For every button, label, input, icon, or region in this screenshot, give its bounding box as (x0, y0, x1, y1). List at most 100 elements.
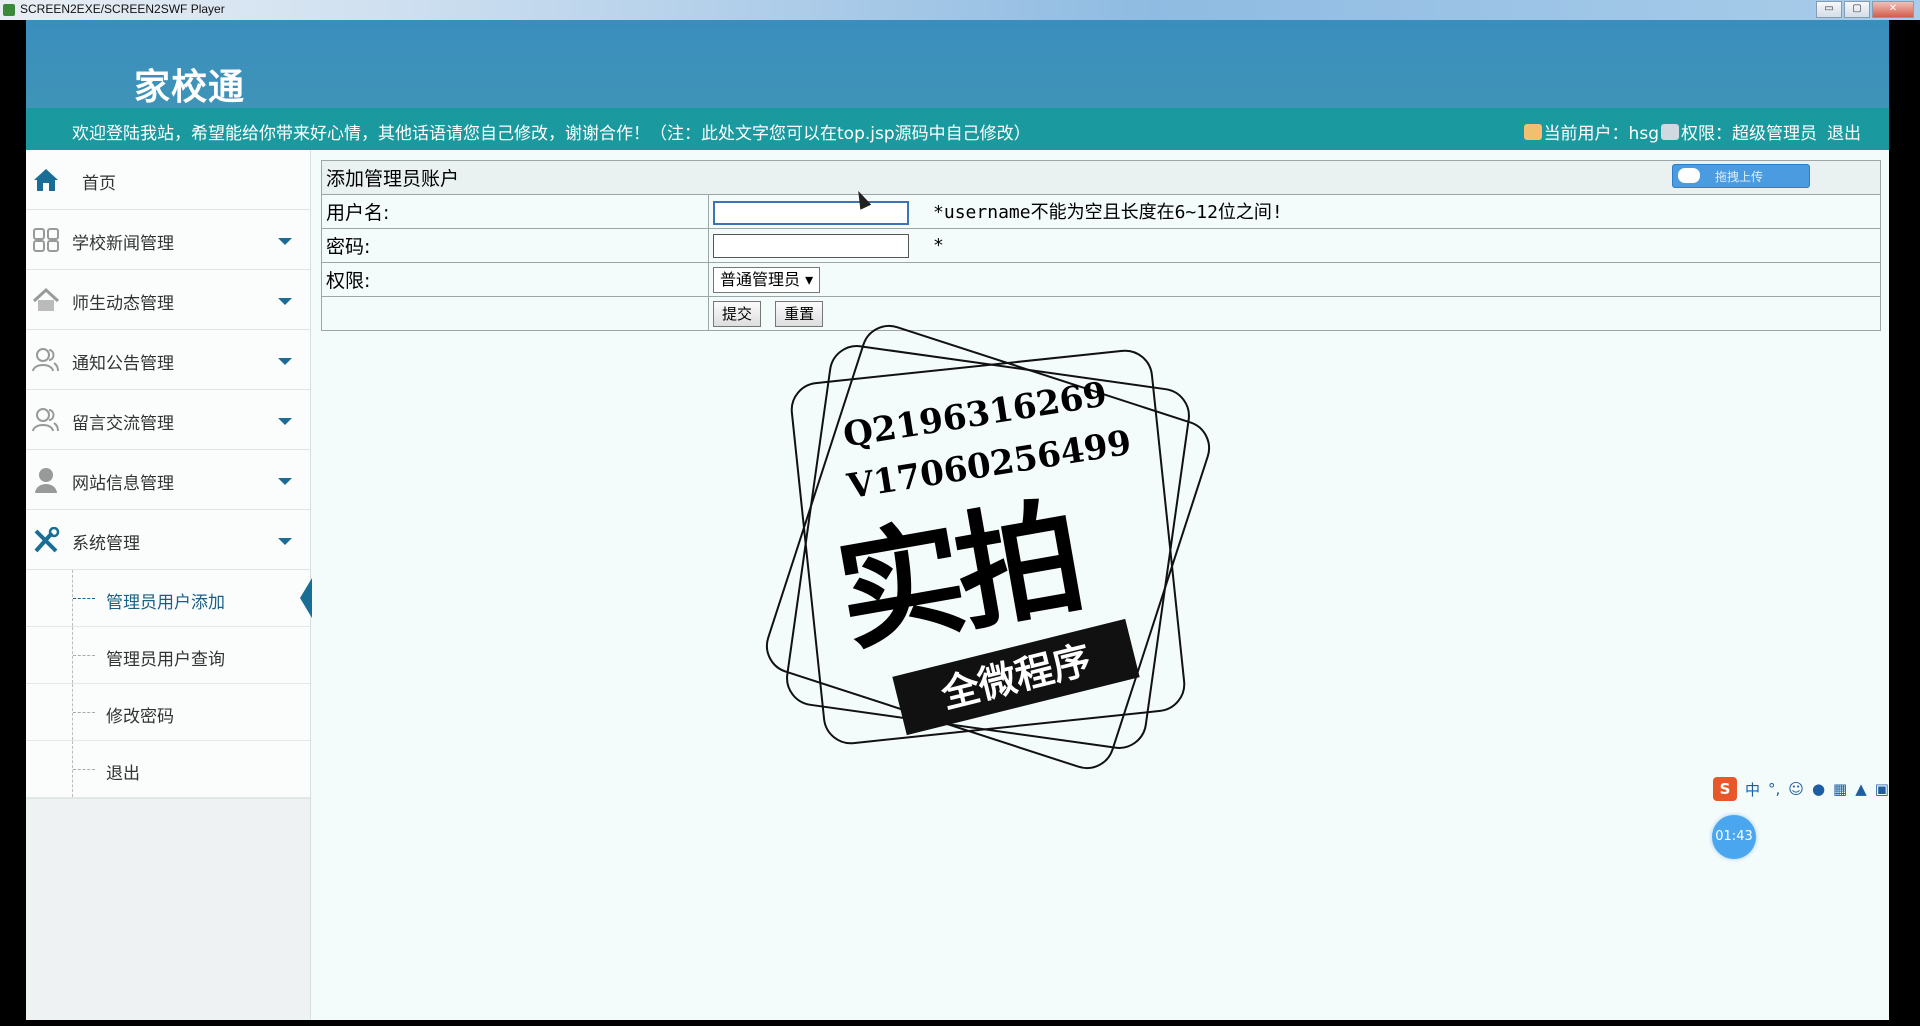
sidebar-item-system[interactable]: 系统管理 (26, 510, 310, 570)
sidebar-item-teacher-student[interactable]: 师生动态管理 (26, 270, 310, 330)
permission-text: 权限：超级管理员 (1681, 124, 1817, 144)
sidebar-item-notices[interactable]: 通知公告管理 (26, 330, 310, 390)
chevron-down-icon (278, 478, 292, 485)
sidebar-item-label: 首页 (82, 174, 116, 194)
watermark-line1: Q2196316269 (840, 374, 1110, 456)
watermark-band: 全微程序 (892, 618, 1140, 736)
home-icon (34, 169, 58, 191)
form-row-permission: 权限: 普通管理员 ▾ (321, 262, 1881, 297)
chevron-down-icon (278, 538, 292, 545)
stamp-frame (758, 317, 1218, 777)
tree-branch (73, 712, 95, 713)
sidebar-item-label: 学校新闻管理 (72, 234, 174, 254)
actions-cell: 提交 重置 (708, 296, 1881, 331)
microphone-icon[interactable]: ● (1812, 780, 1825, 798)
password-input[interactable] (713, 233, 909, 258)
permission-label: 权限: (321, 262, 709, 297)
username-label: 用户名: (321, 194, 709, 229)
form-row-password: 密码: * (321, 228, 1881, 263)
emoji-icon[interactable]: ☺ (1788, 780, 1804, 798)
close-button[interactable]: ✕ (1872, 1, 1914, 18)
stamp-frame (787, 346, 1189, 748)
sidebar-item-school-news[interactable]: 学校新闻管理 (26, 210, 310, 270)
recording-timer: 01:43 (1712, 815, 1756, 859)
keyboard-icon[interactable]: ▦ (1833, 780, 1847, 798)
permission-select[interactable]: 普通管理员 ▾ (713, 266, 821, 293)
person-icon (35, 468, 57, 493)
username-input[interactable] (713, 200, 909, 225)
upload-widget[interactable]: 拖拽上传 (1672, 164, 1810, 188)
watermark-big: 实拍 (826, 483, 1089, 670)
reset-button[interactable]: 重置 (775, 300, 824, 327)
users-icon (32, 348, 59, 372)
subnav-item-label: 管理员用户添加 (106, 593, 225, 613)
ime-logo-icon[interactable]: S (1713, 777, 1737, 801)
notice-bar: 欢迎登陆我站，希望能给你带来好心情，其他话语请您自己修改，谢谢合作！（注：此处文… (26, 108, 1889, 150)
window-controls: ▭ ▢ ✕ (1814, 1, 1914, 18)
main-content: 添加管理员账户 用户名: *username不能为空且长度在6~12位之间! 密… (321, 160, 1881, 331)
username-cell: *username不能为空且长度在6~12位之间! (708, 194, 1881, 229)
sidebar-item-label: 系统管理 (72, 534, 140, 554)
minimize-button[interactable]: ▭ (1816, 1, 1842, 18)
tree-branch (73, 598, 95, 599)
active-indicator-icon (300, 578, 312, 618)
permission-icon (1661, 123, 1679, 140)
watermark-stamp: Q2196316269 V17060256499 实拍 全微程序 (746, 317, 1226, 805)
form-caption: 添加管理员账户 (321, 160, 1881, 195)
form-caption-row: 添加管理员账户 (321, 160, 1881, 195)
ime-mode[interactable]: 中 (1745, 779, 1760, 800)
chevron-down-icon (278, 238, 292, 245)
sidebar-item-label: 留言交流管理 (72, 414, 174, 434)
chevron-down-icon (278, 418, 292, 425)
stamp-frame (782, 341, 1194, 753)
cloud-icon (1678, 168, 1700, 183)
ime-punctuation[interactable]: °, (1768, 780, 1780, 798)
house-icon (32, 287, 60, 311)
current-user: 当前用户：hsg (1543, 124, 1659, 144)
upload-label: 拖拽上传 (1715, 170, 1764, 184)
subnav-item-logout[interactable]: 退出 (26, 741, 310, 798)
skin-icon[interactable]: ▲ (1855, 780, 1867, 798)
site-brand: 家校通 (134, 67, 246, 108)
sidebar-item-messages[interactable]: 留言交流管理 (26, 390, 310, 450)
password-label: 密码: (321, 228, 709, 263)
settings-icon[interactable]: ▣ (1875, 780, 1889, 798)
chevron-down-icon (278, 298, 292, 305)
form-row-actions: 提交 重置 (321, 296, 1881, 331)
subnav-item-change-password[interactable]: 修改密码 (26, 684, 310, 741)
logout-link[interactable]: 退出 (1827, 119, 1861, 144)
window-titlebar: SCREEN2EXE/SCREEN2SWF Player ▭ ▢ ✕ (0, 0, 1920, 20)
user-icon (1523, 123, 1542, 140)
ime-toolbar: S 中 °, ☺ ● ▦ ▲ ▣ (1713, 776, 1913, 802)
tools-icon (34, 527, 60, 553)
window-title: SCREEN2EXE/SCREEN2SWF Player (20, 2, 225, 16)
sidebar: 首页 学校新闻管理 师生动态管理 通知公告管理 留言交流管理 网站信息管理 系统… (26, 150, 312, 1020)
actions-spacer (321, 296, 709, 331)
subnav-item-admin-query[interactable]: 管理员用户查询 (26, 627, 310, 684)
app-icon (3, 4, 15, 16)
notice-text: 欢迎登陆我站，希望能给你带来好心情，其他话语请您自己修改，谢谢合作！（注：此处文… (72, 124, 1031, 144)
dropdown-arrow-icon: ▾ (805, 269, 814, 289)
watermark-line2: V17060256499 (844, 422, 1134, 508)
sidebar-item-home[interactable]: 首页 (26, 150, 310, 210)
maximize-button[interactable]: ▢ (1844, 1, 1870, 18)
sidebar-item-site-info[interactable]: 网站信息管理 (26, 450, 310, 510)
password-hint: * (933, 235, 944, 256)
subnav-item-label: 管理员用户查询 (106, 650, 225, 670)
app-frame: 家校通 欢迎登陆我站，希望能给你带来好心情，其他话语请您自己修改，谢谢合作！（注… (26, 20, 1889, 1020)
add-admin-form: 添加管理员账户 用户名: *username不能为空且长度在6~12位之间! 密… (321, 160, 1881, 331)
subnav-item-label: 退出 (106, 764, 140, 784)
username-hint: *username不能为空且长度在6~12位之间! (933, 202, 1283, 224)
permission-cell: 普通管理员 ▾ (708, 262, 1881, 297)
form-row-username: 用户名: *username不能为空且长度在6~12位之间! (321, 194, 1881, 229)
sidebar-item-label: 网站信息管理 (72, 474, 174, 494)
subnav-item-admin-add[interactable]: 管理员用户添加 (26, 570, 312, 627)
subnav-item-label: 修改密码 (106, 707, 174, 727)
tree-branch (73, 655, 95, 656)
permission-selected: 普通管理员 (720, 269, 801, 289)
password-cell: * (708, 228, 1881, 263)
users-icon (32, 408, 59, 432)
sidebar-item-label: 师生动态管理 (72, 294, 174, 314)
sidebar-item-label: 通知公告管理 (72, 354, 174, 374)
submit-button[interactable]: 提交 (713, 300, 762, 327)
